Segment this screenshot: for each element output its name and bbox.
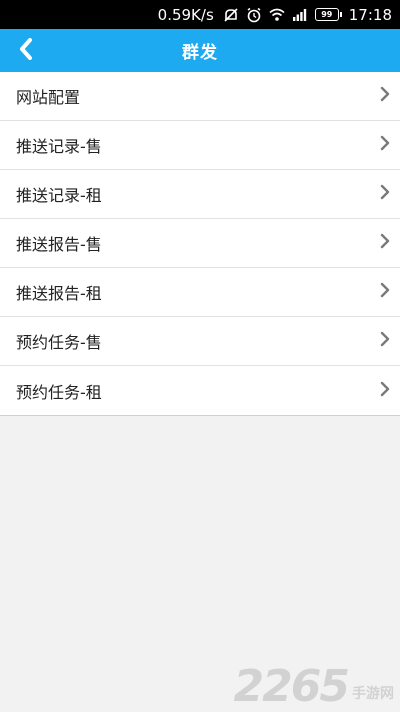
chevron-right-icon	[380, 86, 390, 106]
chevron-right-icon	[380, 381, 390, 401]
clock: 17:18	[348, 5, 392, 24]
wifi-icon	[269, 8, 285, 21]
status-bar: 0.59K/s 99 17:18	[0, 0, 400, 29]
signal-icon	[292, 8, 308, 21]
chevron-right-icon	[380, 233, 390, 253]
chevron-right-icon	[380, 282, 390, 302]
menu-item-label: 预约任务-租	[16, 382, 102, 402]
back-button[interactable]	[6, 29, 46, 72]
title-bar: 群发	[0, 29, 400, 72]
watermark-text: 手游网	[352, 686, 394, 702]
alarm-icon	[246, 7, 262, 23]
menu-item-label: 预约任务-售	[16, 333, 102, 352]
menu-item-site-config[interactable]: 网站配置	[0, 72, 400, 121]
chevron-left-icon	[18, 37, 34, 64]
menu-item-label: 网站配置	[16, 88, 81, 107]
menu-item-scheduled-tasks-rent[interactable]: 预约任务-租	[0, 366, 400, 415]
menu-item-push-records-sale[interactable]: 推送记录-售	[0, 121, 400, 170]
battery-icon: 99	[314, 8, 342, 21]
menu-item-push-records-rent[interactable]: 推送记录-租	[0, 170, 400, 219]
menu-item-scheduled-tasks-sale[interactable]: 预约任务-售	[0, 317, 400, 366]
watermark-number: 2265	[233, 661, 350, 712]
menu-item-label: 推送记录-租	[16, 186, 102, 205]
menu-item-push-report-rent[interactable]: 推送报告-租	[0, 268, 400, 317]
notification-muted-icon	[223, 7, 239, 22]
menu-item-label: 推送报告-售	[16, 235, 102, 254]
network-speed: 0.59K/s	[157, 5, 214, 24]
page-title: 群发	[182, 43, 218, 63]
watermark-logo: 2265 手游网	[234, 665, 394, 709]
chevron-right-icon	[380, 331, 390, 351]
battery-level: 99	[314, 8, 339, 21]
menu-item-label: 推送报告-租	[16, 284, 102, 303]
chevron-right-icon	[380, 135, 390, 155]
chevron-right-icon	[380, 184, 390, 204]
menu-item-push-report-sale[interactable]: 推送报告-售	[0, 219, 400, 268]
menu-list: 网站配置 推送记录-售 推送记录-租 推送报告-售 推送报告-租 预约任务-售	[0, 72, 400, 416]
menu-item-label: 推送记录-售	[16, 137, 102, 156]
